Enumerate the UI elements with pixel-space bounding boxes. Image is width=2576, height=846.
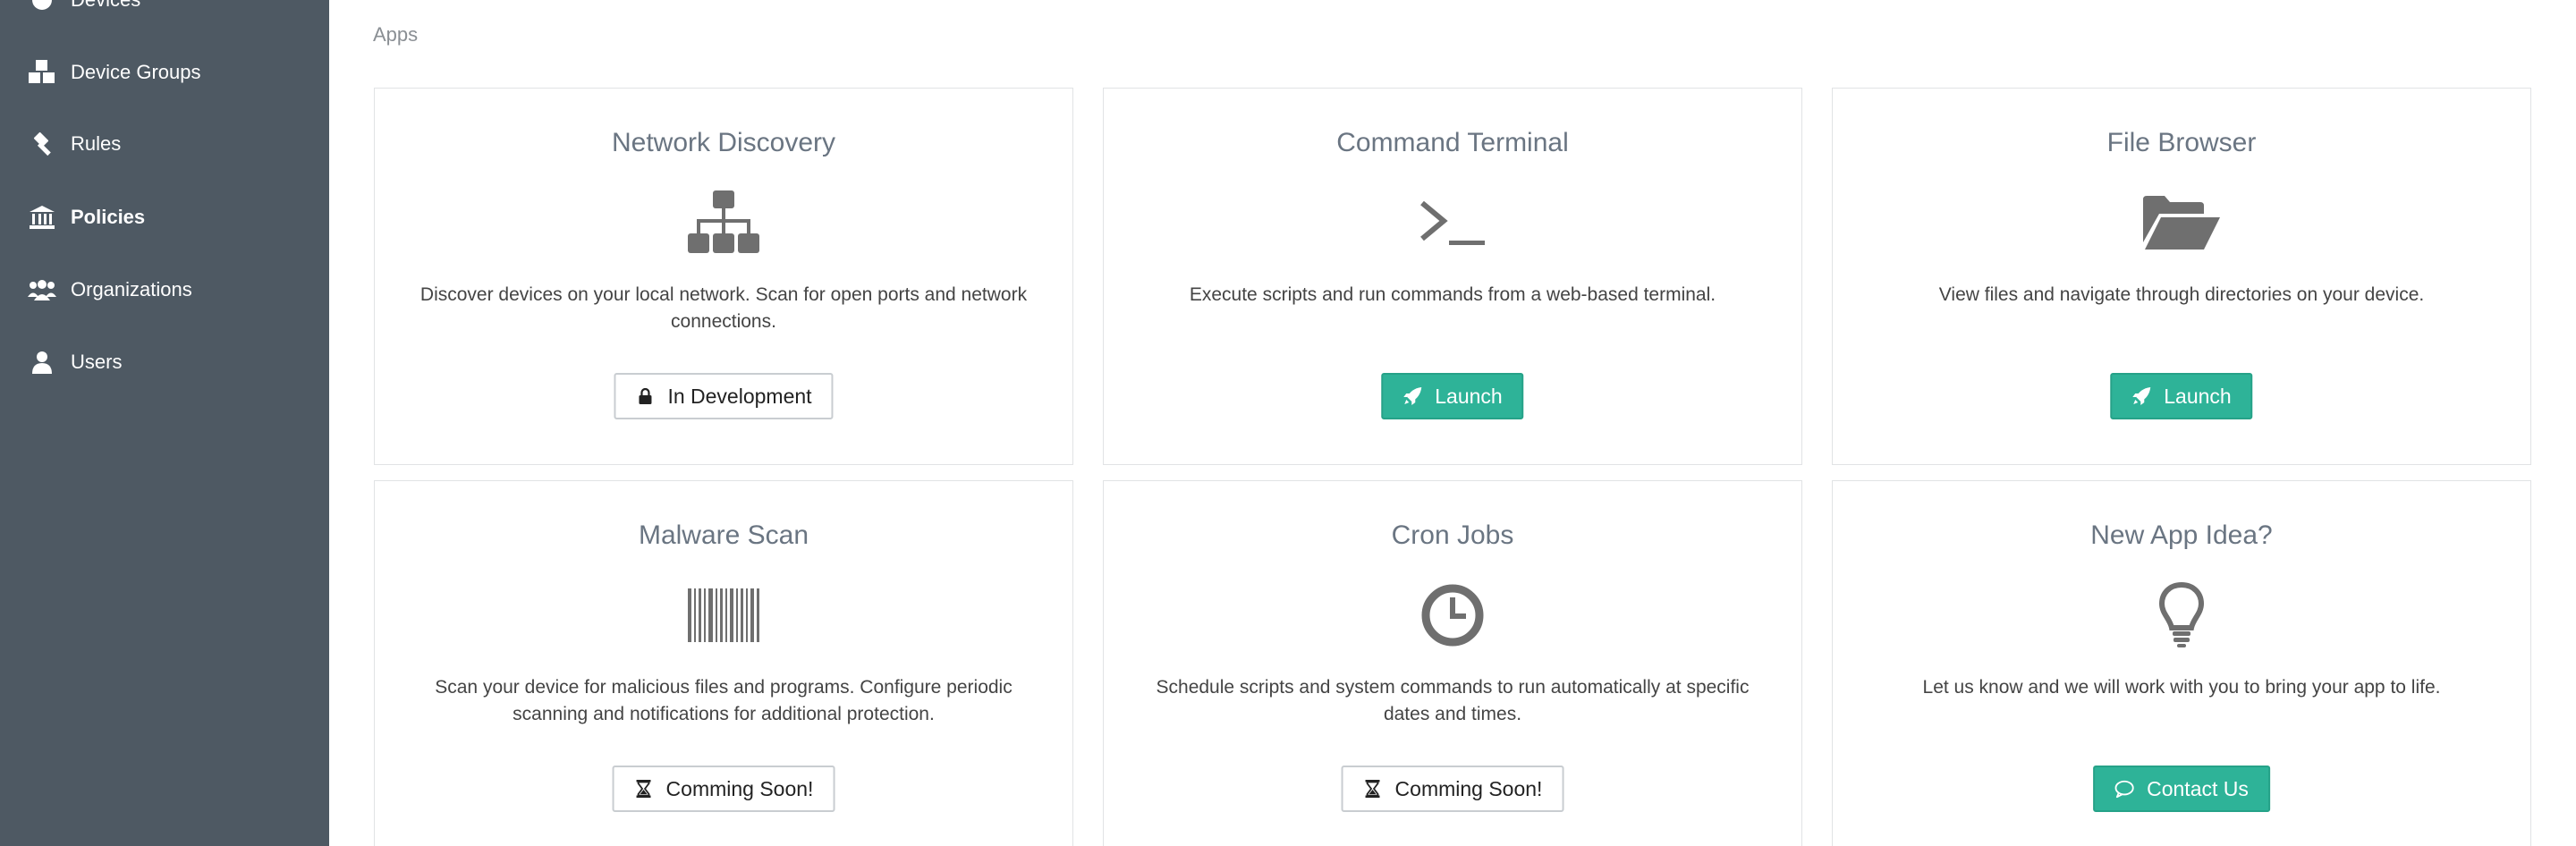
rocket-icon — [1402, 386, 1422, 406]
bank-icon — [27, 202, 57, 233]
terminal-icon — [1412, 182, 1493, 263]
hourglass-icon — [1363, 779, 1383, 799]
sidebar-item-devices[interactable]: Devices — [0, 0, 329, 27]
user-icon — [27, 347, 57, 377]
card-description: Discover devices on your local network. … — [419, 284, 1028, 332]
contact-us-button[interactable]: Contact Us — [2093, 766, 2270, 812]
button-label: Launch — [1435, 384, 1503, 408]
comment-icon — [2114, 779, 2134, 799]
coming-soon-button[interactable]: Comming Soon! — [612, 766, 835, 812]
card-description: View files and navigate through director… — [1938, 284, 2425, 305]
sidebar-item-label: Rules — [71, 132, 122, 155]
sidebar-item-label: Users — [71, 351, 123, 373]
card-title: File Browser — [2106, 128, 2257, 157]
card-title: Malware Scan — [638, 520, 809, 550]
devices-icon — [27, 0, 57, 15]
sidebar-item-label: Device Groups — [71, 61, 201, 83]
sidebar-item-users[interactable]: Users — [0, 335, 329, 389]
sidebar: Devices Device Groups Rules — [0, 0, 329, 846]
lock-icon — [635, 386, 655, 406]
sidebar-item-label: Organizations — [71, 278, 192, 300]
sitemap-icon — [683, 182, 764, 263]
app-card-malware-scan: Malware Scan Scan your device for malici… — [374, 480, 1073, 846]
app-card-command-terminal: Command Terminal Execute scripts and run… — [1103, 88, 1802, 465]
sidebar-item-label: Policies — [71, 206, 146, 228]
sidebar-item-device-groups[interactable]: Device Groups — [0, 46, 329, 99]
hourglass-icon — [634, 779, 654, 799]
app-card-new-app-idea: New App Idea? Let us know and we will wo… — [1832, 480, 2531, 846]
app-card-network-discovery: Network Discovery Discover devices on yo… — [374, 88, 1073, 465]
button-label: Comming Soon! — [1394, 776, 1543, 800]
card-description: Scan your device for malicious files and… — [435, 677, 1013, 724]
clock-icon — [1412, 575, 1493, 656]
button-label: In Development — [667, 384, 812, 408]
barcode-icon — [683, 575, 764, 656]
card-title: Command Terminal — [1336, 128, 1569, 157]
page-title: Apps — [373, 23, 419, 46]
rocket-icon — [2131, 386, 2151, 406]
app-card-cron-jobs: Cron Jobs Schedule scripts and system co… — [1103, 480, 1802, 846]
button-label: Launch — [2164, 384, 2232, 408]
button-label: Contact Us — [2147, 776, 2249, 800]
folder-open-icon — [2141, 182, 2222, 263]
card-description: Execute scripts and run commands from a … — [1189, 284, 1716, 305]
card-title: New App Idea? — [2090, 520, 2273, 550]
in-development-button[interactable]: In Development — [614, 373, 834, 419]
card-title: Cron Jobs — [1391, 520, 1514, 550]
sidebar-item-rules[interactable]: Rules — [0, 117, 329, 171]
gavel-icon — [27, 129, 57, 159]
launch-terminal-button[interactable]: Launch — [1381, 373, 1524, 419]
card-description: Schedule scripts and system commands to … — [1156, 677, 1750, 724]
lightbulb-icon — [2141, 575, 2222, 656]
card-title: Network Discovery — [611, 128, 836, 157]
launch-file-browser-button[interactable]: Launch — [2110, 373, 2253, 419]
sidebar-item-label: Devices — [71, 0, 140, 12]
coming-soon-button[interactable]: Comming Soon! — [1341, 766, 1564, 812]
card-description: Let us know and we will work with you to… — [1922, 677, 2441, 698]
app-card-file-browser: File Browser View files and navigate thr… — [1832, 88, 2531, 465]
users-group-icon — [27, 275, 57, 305]
button-label: Comming Soon! — [665, 776, 814, 800]
sidebar-item-policies[interactable]: Policies — [0, 190, 329, 244]
sidebar-item-organizations[interactable]: Organizations — [0, 263, 329, 317]
cubes-icon — [27, 57, 57, 88]
